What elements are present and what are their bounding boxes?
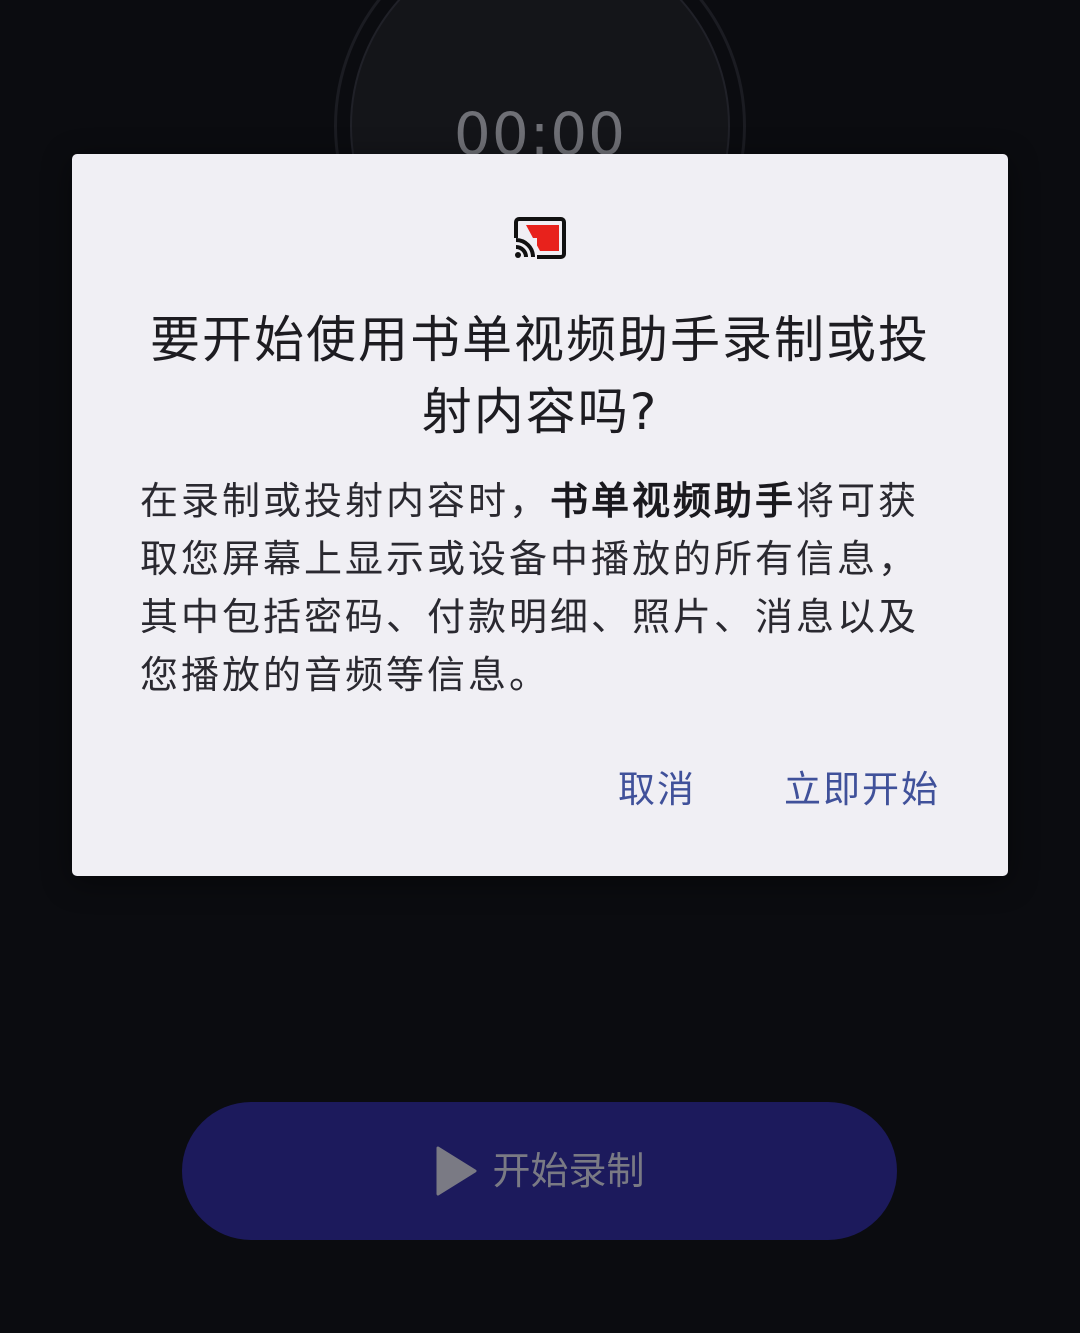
cancel-button[interactable]: 取消 xyxy=(618,758,696,822)
screen: 00:00 开始录制 要开始使用书单视频助手录制或投射内容吗? 在录制或投射内容… xyxy=(0,0,1080,1333)
cast-icon xyxy=(513,217,566,260)
start-now-button[interactable]: 立即开始 xyxy=(784,758,940,822)
dialog-message: 在录制或投射内容时，书单视频助手将可获取您屏幕上显示或设备中播放的所有信息，其中… xyxy=(140,472,940,704)
start-record-button[interactable]: 开始录制 xyxy=(182,1102,897,1240)
screen-capture-permission-dialog: 要开始使用书单视频助手录制或投射内容吗? 在录制或投射内容时，书单视频助手将可获… xyxy=(72,154,1008,876)
dialog-message-prefix: 在录制或投射内容时， xyxy=(140,479,551,523)
dialog-actions: 取消 立即开始 xyxy=(618,758,940,822)
start-record-label: 开始录制 xyxy=(492,1149,645,1193)
play-icon xyxy=(436,1146,477,1196)
dialog-title: 要开始使用书单视频助手录制或投射内容吗? xyxy=(150,311,930,441)
dialog-message-app-name: 书单视频助手 xyxy=(550,479,797,523)
